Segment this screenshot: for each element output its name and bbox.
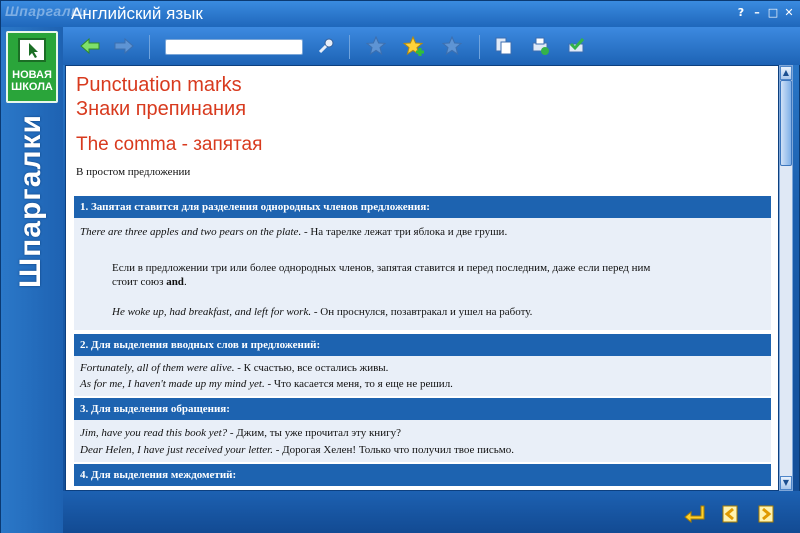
example-line: He woke up, had breakfast, and left for … [112, 306, 532, 318]
intro-text: В простом предложении [76, 166, 191, 178]
section-header-3: 3. Для выделения обращения: [74, 398, 771, 420]
example-ru: - Дорогая Хелен! Только что получил твое… [272, 444, 515, 456]
maximize-button[interactable]: □ [766, 6, 780, 20]
toolbar-separator [479, 35, 480, 59]
section-header-4: 4. Для выделения междометий: [74, 464, 771, 486]
microphone-icon [318, 38, 334, 54]
note-bold: and [166, 276, 184, 288]
heading-en: Punctuation marks [76, 74, 242, 96]
arrow-left-icon [80, 38, 100, 54]
example-line: Fortunately, all of them were alive. - К… [80, 362, 388, 374]
scrollbar[interactable]: ▲ ▼ [779, 65, 793, 491]
search-input[interactable] [165, 39, 303, 55]
return-arrow-icon [684, 505, 705, 524]
example-en: Fortunately, all of them were alive. [80, 362, 235, 374]
page-back-icon [722, 505, 738, 523]
logo-text: новая школа [9, 69, 55, 93]
note-text: стоит союз [112, 276, 167, 288]
scroll-down-button[interactable]: ▼ [780, 476, 792, 490]
vertical-brand-text: Шпаргалки [14, 114, 47, 288]
logo-text-top: новая [12, 69, 52, 81]
section-header-2: 2. Для выделения вводных слов и предложе… [74, 334, 771, 356]
example-ru: - Что касается меня, то я еще не решил. [264, 378, 453, 390]
example-ru: - Джим, ты уже прочитал эту книгу? [227, 427, 401, 439]
arrow-right-icon [114, 38, 134, 54]
example-en: As for me, I haven't made up my mind yet… [80, 378, 265, 390]
star-list-icon [442, 36, 462, 56]
toolbar-separator [149, 35, 150, 59]
tool-button-1[interactable] [493, 35, 515, 57]
bottom-bar [63, 491, 800, 533]
close-button[interactable]: ✕ [782, 6, 796, 20]
heading-ru: Знаки препинания [76, 98, 247, 120]
note-text: . [183, 276, 187, 288]
example-line: Jim, have you read this book yet? - Джим… [80, 427, 401, 439]
star-add-icon [403, 36, 424, 56]
add-bookmark-button[interactable] [403, 35, 425, 57]
note-line: Если в предложении три или более однород… [112, 262, 651, 274]
search-button[interactable] [315, 35, 337, 57]
example-line: There are three apples and two pears on … [80, 226, 507, 238]
tool-button-2[interactable] [529, 35, 551, 57]
subheading: The comma - запятая [76, 134, 263, 155]
example-line: Dear Helen, I have just received your le… [80, 444, 514, 456]
forward-button[interactable] [113, 35, 135, 57]
logo: новая школа [6, 31, 58, 103]
star-icon [366, 36, 386, 56]
note-line: стоит союз and. [112, 276, 187, 288]
example-line: As for me, I haven't made up my mind yet… [80, 378, 453, 390]
section-header-1: 1. Запятая ставится для разделения однор… [74, 196, 771, 218]
documents-icon [495, 37, 512, 55]
example-en: There are three apples and two pears on … [80, 226, 302, 238]
next-page-button[interactable] [755, 503, 777, 525]
scroll-thumb[interactable] [780, 80, 792, 166]
example-ru: - Он проснулся, позавтракал и ушел на ра… [311, 306, 533, 318]
vertical-brand: Шпаргалки [9, 109, 55, 289]
example-en: Jim, have you read this book yet? [80, 427, 228, 439]
previous-page-button[interactable] [719, 503, 741, 525]
bookmarks-list-button[interactable] [441, 35, 463, 57]
scroll-up-button[interactable]: ▲ [780, 66, 792, 80]
content-panel: Punctuation marks Знаки препинания The c… [65, 65, 779, 491]
toolbar-separator [349, 35, 350, 59]
help-button[interactable]: ? [734, 6, 748, 20]
minimize-button[interactable]: – [750, 6, 764, 20]
example-en: Dear Helen, I have just received your le… [80, 444, 273, 456]
logo-text-bottom: школа [11, 81, 53, 93]
window-title: Английский язык [71, 4, 203, 23]
bookmark-button[interactable] [365, 35, 387, 57]
app-window: Шпаргалки Английский язык ? – □ ✕ новая … [0, 0, 800, 533]
check-icon [568, 38, 585, 53]
example-ru: - На тарелке лежат три яблока и две груш… [301, 226, 508, 238]
example-en: He woke up, had breakfast, and left for … [112, 306, 312, 318]
page-forward-icon [758, 505, 774, 523]
return-button[interactable] [683, 503, 705, 525]
title-bar: Шпаргалки Английский язык ? – □ ✕ [1, 1, 800, 27]
example-ru: - К счастью, все остались живы. [234, 362, 389, 374]
printer-icon [532, 37, 549, 55]
cursor-icon [18, 38, 46, 62]
tool-button-3[interactable] [565, 35, 587, 57]
toolbar [63, 27, 800, 65]
back-button[interactable] [79, 35, 101, 57]
